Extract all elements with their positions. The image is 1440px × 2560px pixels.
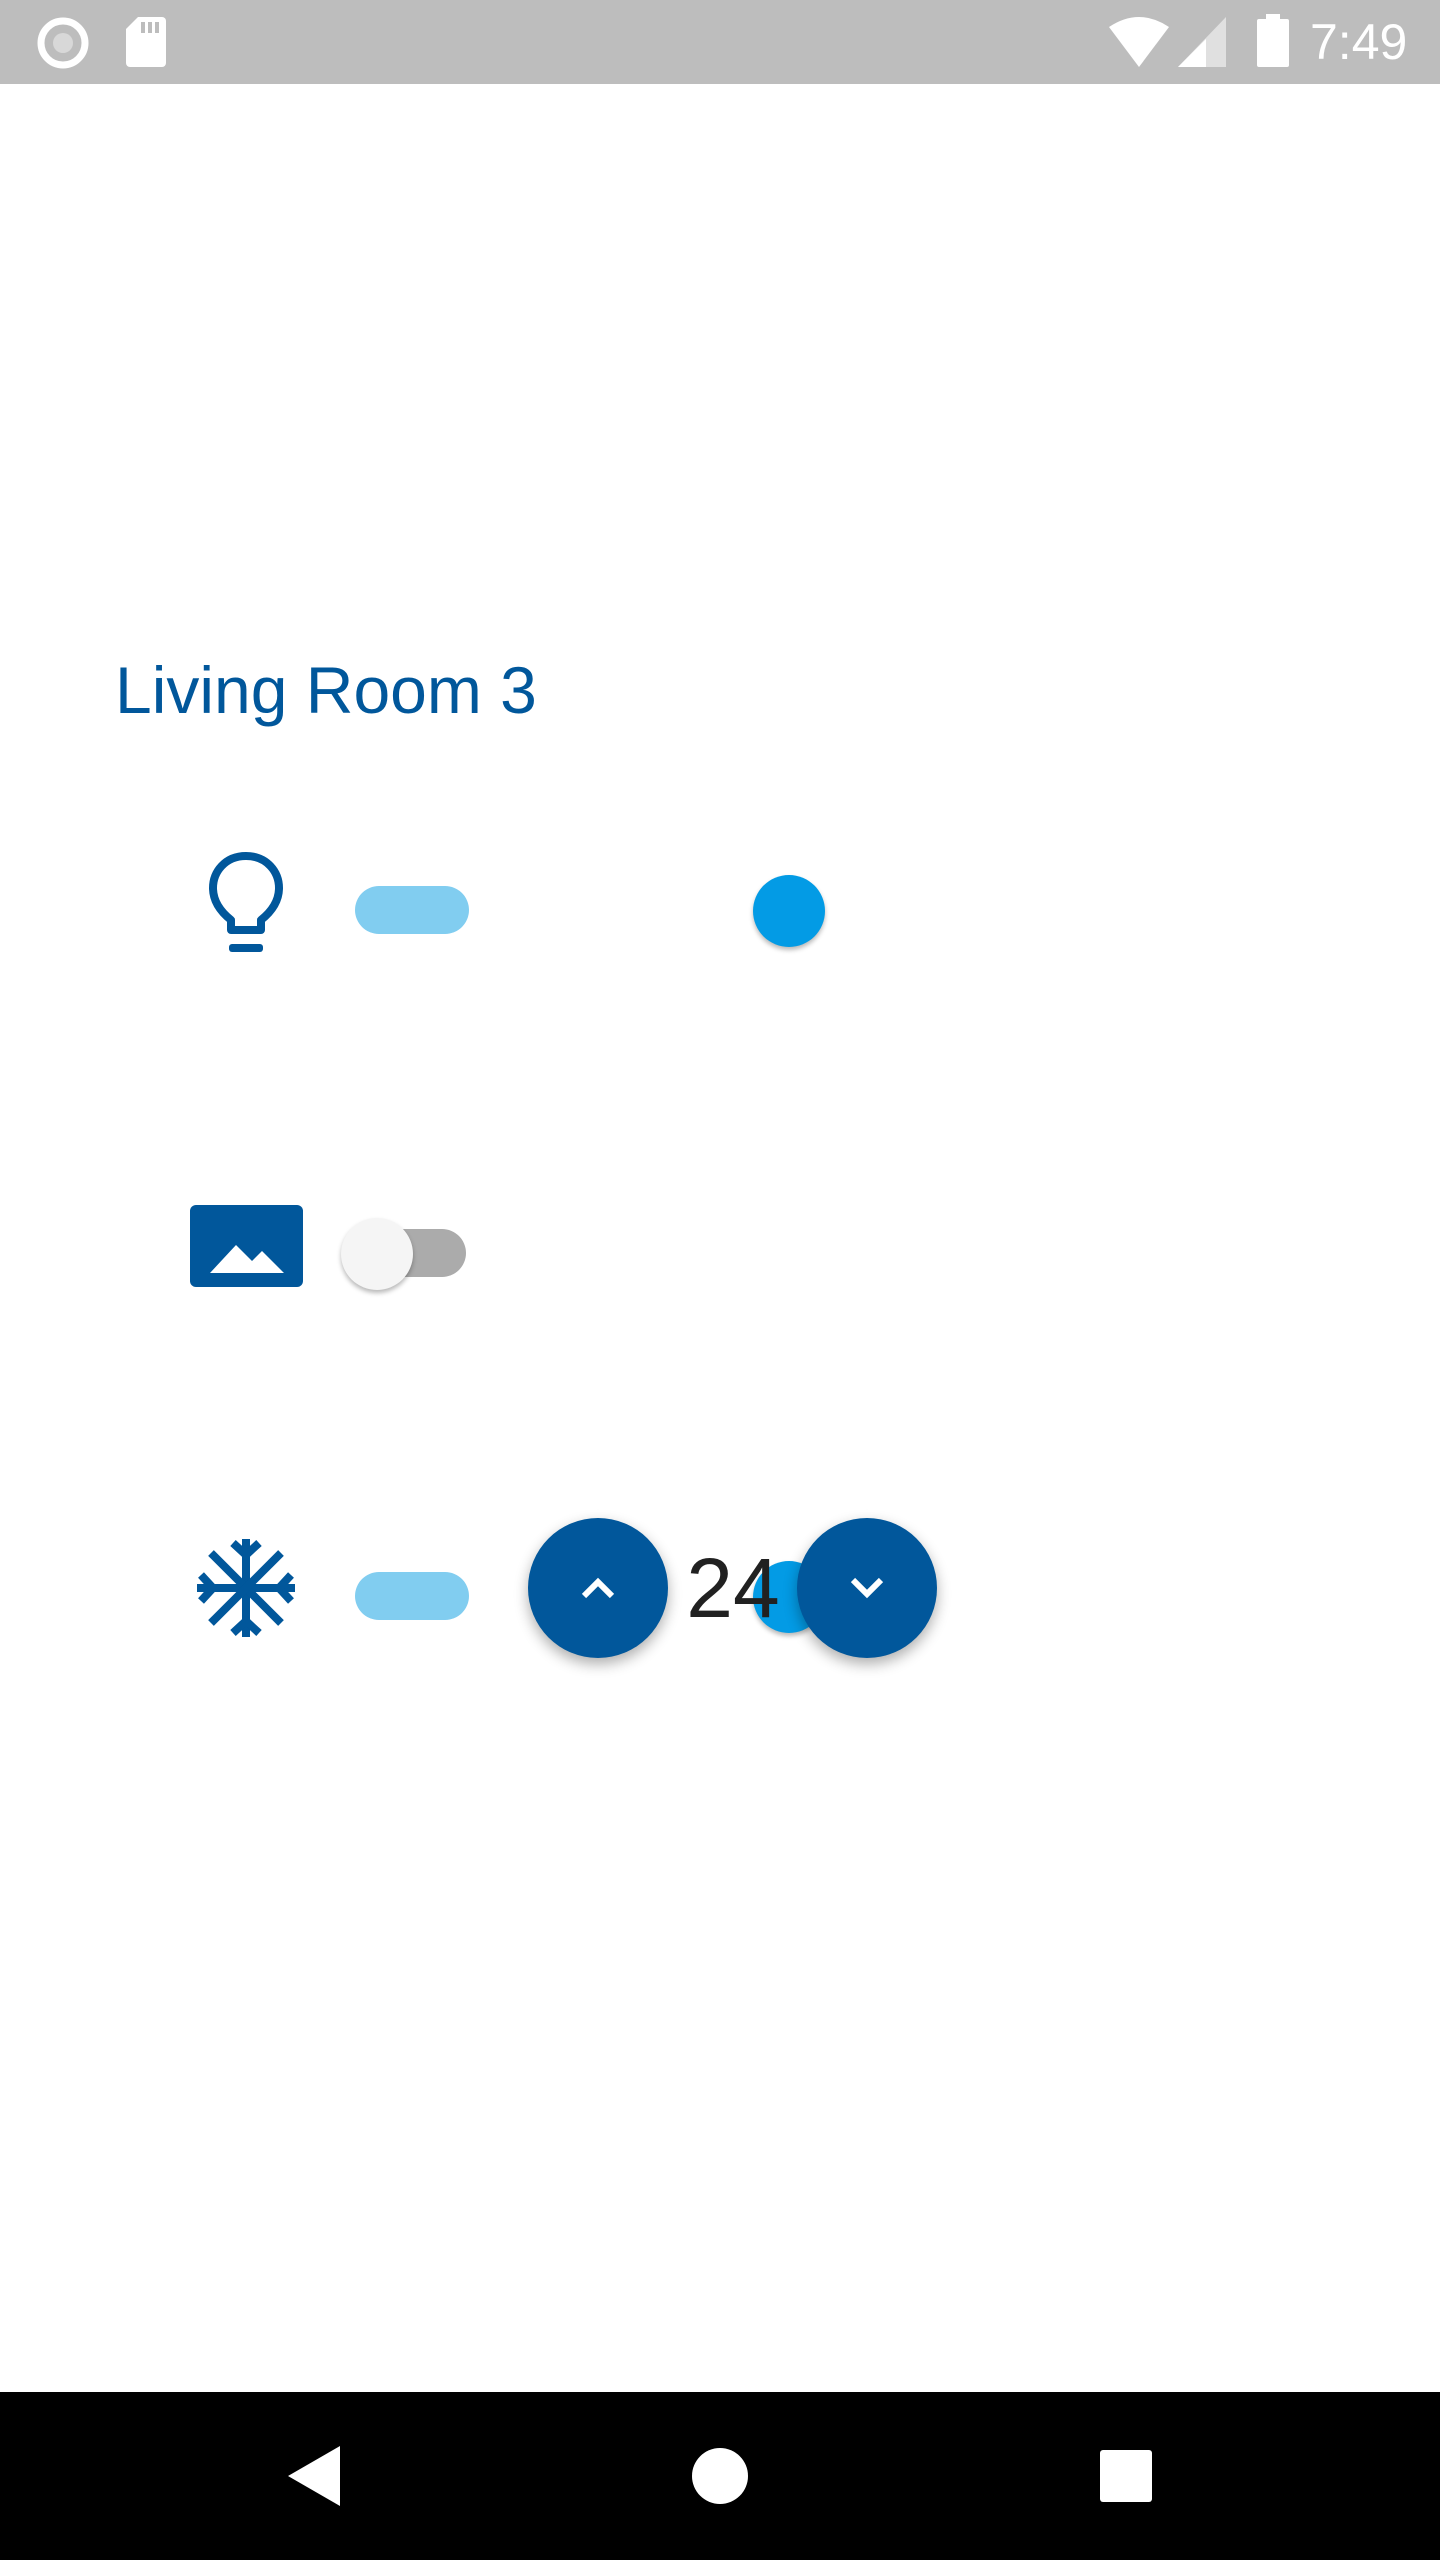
status-clock: 7:49 [1310,14,1408,70]
recents-icon[interactable] [1098,2448,1154,2504]
sd-card-icon [126,17,166,67]
battery-icon [1257,14,1289,67]
wifi-icon [1109,17,1169,67]
room-title: Living Room 3 [115,653,537,727]
cell-signal-icon [1178,17,1226,67]
snowflake-icon [197,1539,295,1637]
navigation-bar [0,2392,1440,2560]
back-icon[interactable] [286,2444,342,2508]
chevron-down-icon [850,1577,884,1599]
heater-toggle[interactable] [338,1205,468,1290]
switch-track [355,1572,469,1620]
status-bar: 7:49 [0,0,1440,84]
ac-toggle[interactable] [345,1548,825,1633]
light-toggle[interactable] [345,862,825,947]
temperature-up-button[interactable] [528,1518,668,1658]
chevron-up-icon [581,1577,615,1599]
home-icon[interactable] [690,2446,750,2506]
temperature-value: 24 [686,1541,780,1635]
lightbulb-icon [209,852,283,952]
switch-thumb [341,1218,413,1290]
temperature-down-button[interactable] [797,1518,937,1658]
switch-track [355,886,469,934]
switch-thumb [753,875,825,947]
image-icon [190,1205,303,1287]
record-icon [37,17,89,69]
